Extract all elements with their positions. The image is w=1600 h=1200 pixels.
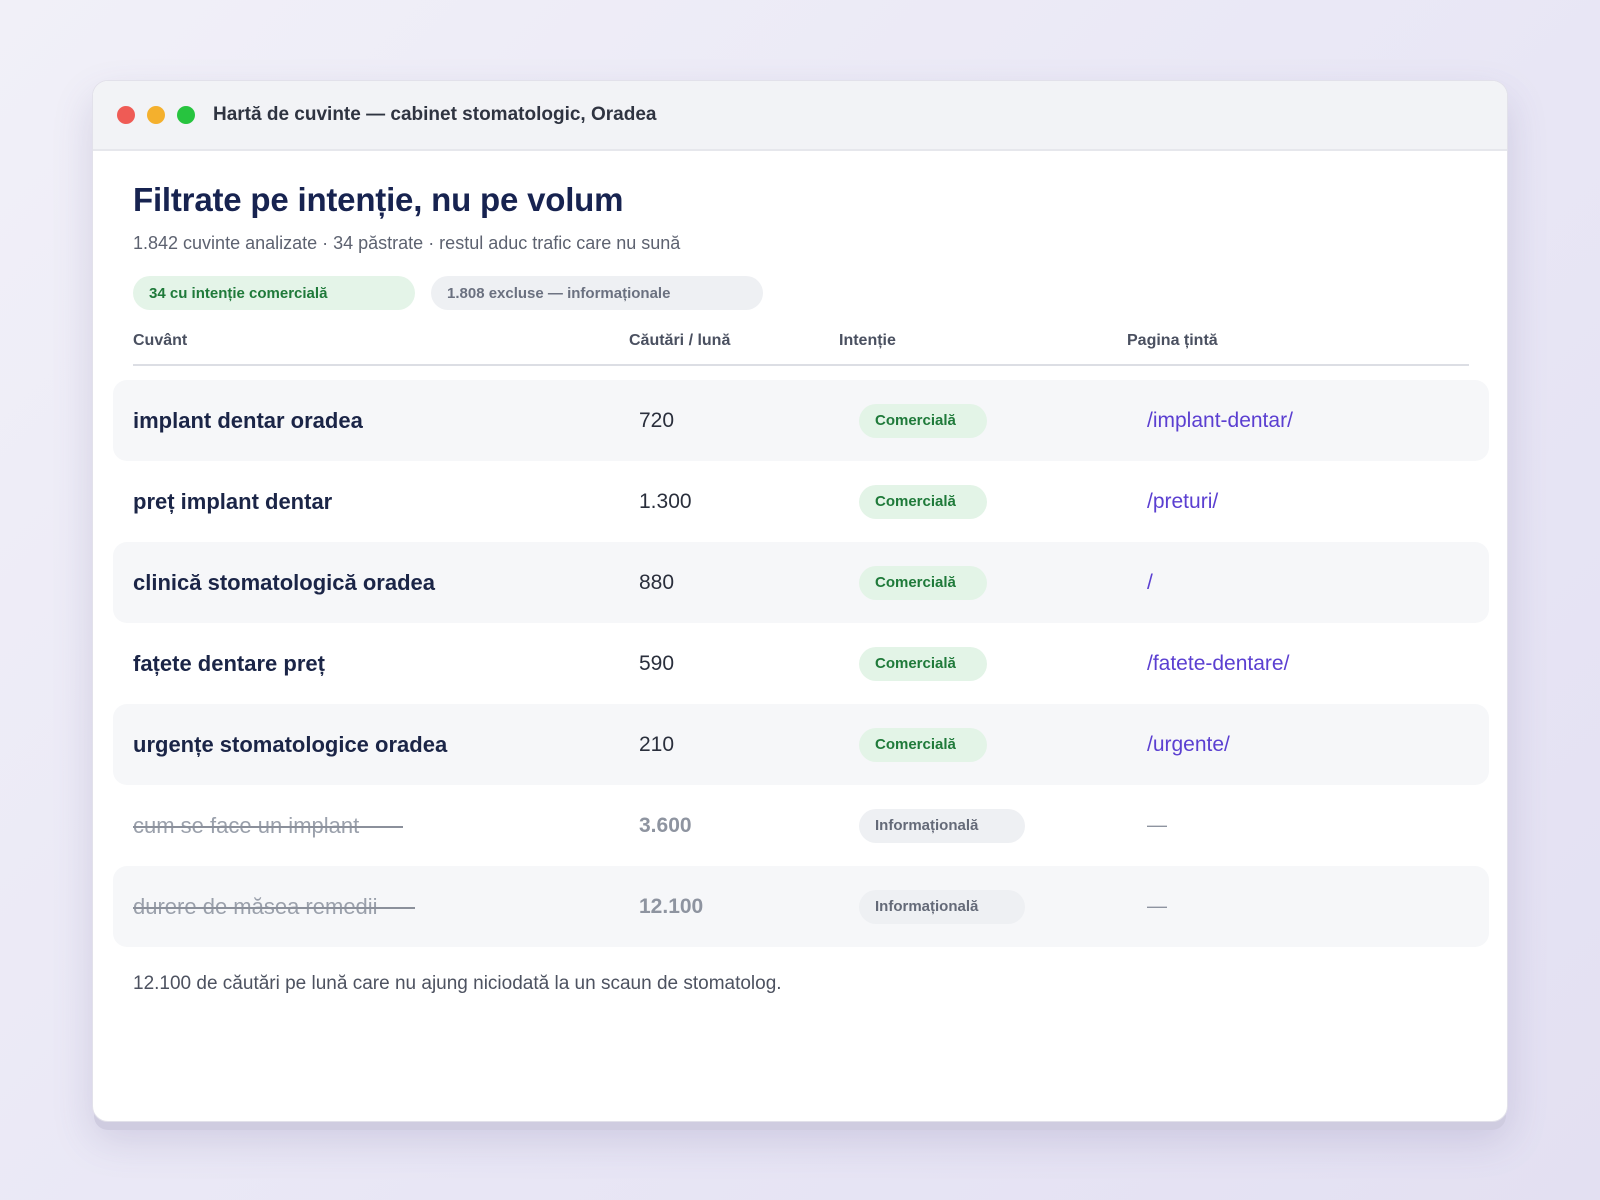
volume-cell: 3.600: [639, 813, 692, 837]
volume-cell: 720: [639, 408, 675, 432]
filter-chips: 34 cu intenție comercială 1.808 excluse …: [133, 276, 1467, 310]
keyword-cell: cum se face un implant: [133, 813, 403, 839]
column-header-intent[interactable]: Intenție: [839, 332, 896, 350]
filter-chip-commercial[interactable]: 34 cu intenție comercială: [133, 276, 415, 310]
keyword-cell: fațete dentare preț: [133, 650, 325, 676]
keyword-wrap: durere de măsea remedii: [133, 894, 415, 920]
table-row-excluded[interactable]: cum se face un implant 3.600 Informațion…: [113, 785, 1489, 866]
maximize-window-button[interactable]: [177, 106, 195, 124]
main-content: Filtrate pe intenție, nu pe volum 1.842 …: [93, 151, 1507, 995]
target-page-empty: —: [1147, 814, 1167, 836]
column-header-keyword[interactable]: Cuvânt: [133, 332, 187, 350]
page-subtitle: 1.842 cuvinte analizate · 34 păstrate · …: [133, 233, 681, 253]
intent-badge: Comercială: [859, 484, 987, 519]
volume-cell: 12.100: [639, 894, 704, 918]
keyword-cell: implant dentar oradea: [133, 407, 363, 433]
volume-cell: 590: [639, 651, 675, 675]
strikethrough-line: [133, 825, 403, 828]
table-row[interactable]: preț implant dentar 1.300 Comercială /pr…: [113, 461, 1489, 542]
keyword-cell: preț implant dentar: [133, 488, 333, 514]
intent-badge: Informațională: [859, 889, 1025, 924]
title-bar: Hartă de cuvinte — cabinet stomatologic,…: [93, 81, 1507, 151]
target-page-link[interactable]: /fatete-dentare/: [1147, 652, 1289, 676]
target-page-link[interactable]: /urgente/: [1147, 733, 1230, 757]
keyword-wrap: cum se face un implant: [133, 813, 403, 839]
target-page-empty: —: [1147, 895, 1167, 917]
strikethrough-line: [133, 906, 415, 909]
table-header: Cuvânt Căutări / lună Intenție Pagina ți…: [133, 310, 1469, 366]
intent-badge: Comercială: [859, 565, 987, 600]
keyword-table: implant dentar oradea 720 Comercială /im…: [113, 380, 1489, 947]
table-row[interactable]: fațete dentare preț 590 Comercială /fate…: [113, 623, 1489, 704]
keyword-cell: durere de măsea remedii: [133, 894, 415, 920]
column-header-target-page[interactable]: Pagina țintă: [1127, 332, 1218, 350]
intent-badge: Comercială: [859, 403, 987, 438]
volume-cell: 210: [639, 732, 675, 756]
volume-cell: 1.300: [639, 489, 692, 513]
intent-badge: Comercială: [859, 646, 987, 681]
keyword-cell: urgențe stomatologice oradea: [133, 731, 448, 757]
target-page-link[interactable]: /preturi/: [1147, 490, 1218, 514]
page-title: Filtrate pe intenție, nu pe volum: [133, 181, 624, 218]
intent-badge: Informațională: [859, 808, 1025, 843]
target-page-link[interactable]: /implant-dentar/: [1147, 409, 1293, 433]
table-row-excluded[interactable]: durere de măsea remedii 12.100 Informați…: [113, 866, 1489, 947]
table-row[interactable]: urgențe stomatologice oradea 210 Comerci…: [113, 704, 1489, 785]
filter-chip-excluded[interactable]: 1.808 excluse — informaționale: [431, 276, 763, 310]
close-window-button[interactable]: [117, 106, 135, 124]
app-window: Hartă de cuvinte — cabinet stomatologic,…: [92, 80, 1508, 1122]
table-row[interactable]: implant dentar oradea 720 Comercială /im…: [113, 380, 1489, 461]
window-title: Hartă de cuvinte — cabinet stomatologic,…: [213, 104, 657, 125]
intent-badge: Comercială: [859, 727, 987, 762]
table-row[interactable]: clinică stomatologică oradea 880 Comerci…: [113, 542, 1489, 623]
target-page-link[interactable]: /: [1147, 571, 1153, 595]
volume-cell: 880: [639, 570, 675, 594]
column-header-volume[interactable]: Căutări / lună: [629, 332, 730, 350]
footnote: 12.100 de căutări pe lună care nu ajung …: [133, 973, 782, 994]
minimize-window-button[interactable]: [147, 106, 165, 124]
keyword-cell: clinică stomatologică oradea: [133, 569, 435, 595]
